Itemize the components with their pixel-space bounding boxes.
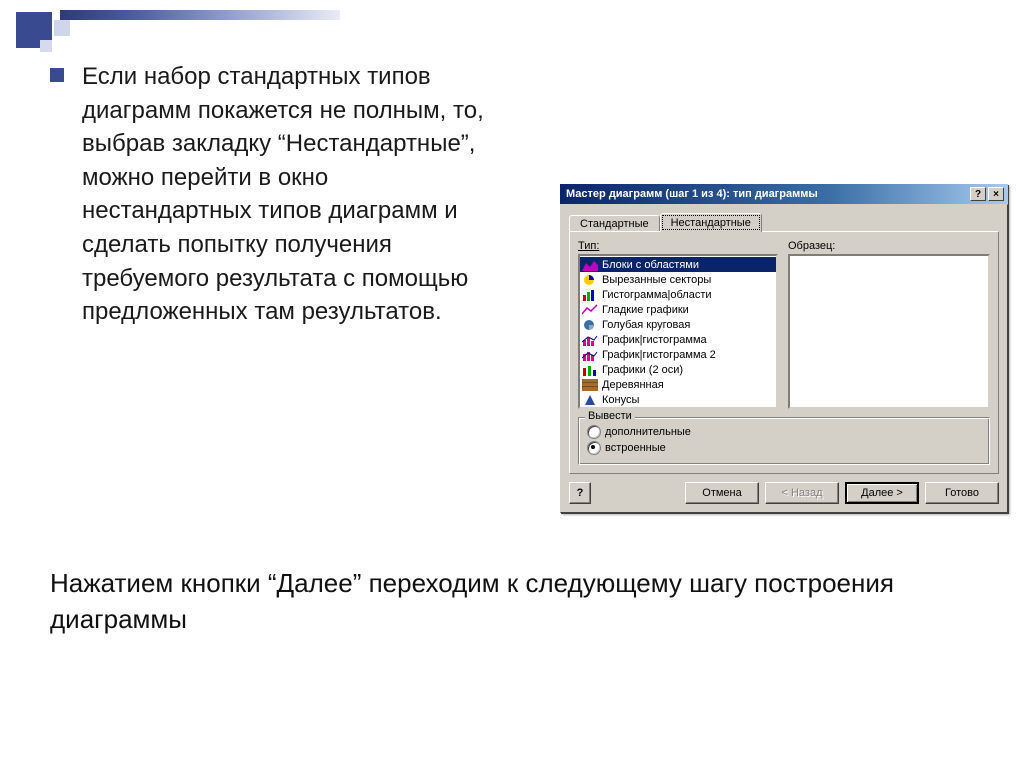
help-button[interactable]: ? xyxy=(569,482,591,504)
list-item-label: График|гистограмма 2 xyxy=(602,349,716,361)
list-item-label: Блоки с областями xyxy=(602,259,699,271)
titlebar-close-button[interactable]: × xyxy=(988,187,1004,201)
titlebar-help-button[interactable]: ? xyxy=(970,187,986,201)
list-item-label: Вырезанные секторы xyxy=(602,274,711,286)
list-item[interactable]: Гистограмма|области xyxy=(580,287,776,302)
help-icon: ? xyxy=(975,189,981,200)
bullet-text: Если набор стандартных типов диаграмм по… xyxy=(82,60,492,329)
dialog-button-bar: ? Отмена < Назад Далее > Готово xyxy=(569,482,999,504)
chart-type-listbox[interactable]: Блоки с областями Вырезанные секторы xyxy=(578,254,778,409)
list-item[interactable]: Блоки с областями xyxy=(580,257,776,272)
help-icon: ? xyxy=(577,487,584,499)
button-label: Готово xyxy=(945,487,979,499)
barline-icon xyxy=(582,333,598,346)
list-item-label: Деревянная xyxy=(602,379,664,391)
cancel-button[interactable]: Отмена xyxy=(685,482,759,504)
list-item[interactable]: Конусы xyxy=(580,392,776,407)
list-item-label: Графики (2 оси) xyxy=(602,364,683,376)
list-item[interactable]: Голубая круговая xyxy=(580,317,776,332)
button-label: Отмена xyxy=(702,487,741,499)
bullet-square-icon xyxy=(50,68,64,82)
radio-icon xyxy=(587,441,601,455)
list-item-label: Логарифмическая xyxy=(602,409,695,410)
list-item[interactable]: Гладкие графики xyxy=(580,302,776,317)
wood-icon xyxy=(582,378,598,391)
list-item-label: Гладкие графики xyxy=(602,304,689,316)
list-item[interactable]: Графики (2 оси) xyxy=(580,362,776,377)
next-button[interactable]: Далее > xyxy=(845,482,919,504)
radio-additional[interactable]: дополнительные xyxy=(587,424,981,440)
bars-icon xyxy=(582,288,598,301)
pie-blue-icon xyxy=(582,318,598,331)
tab-standard-label: Стандартные xyxy=(580,218,649,230)
chart-preview xyxy=(788,254,990,409)
list-item[interactable]: Деревянная xyxy=(580,377,776,392)
list-item-label: Гистограмма|области xyxy=(602,289,712,301)
type-label: Тип: xyxy=(578,240,778,252)
tab-panel: Тип: Блоки с областями xyxy=(569,231,999,474)
list-item-label: График|гистограмма xyxy=(602,334,707,346)
button-label: < Назад xyxy=(782,487,823,499)
list-item-label: Конусы xyxy=(602,394,639,406)
radio-builtin[interactable]: встроенные xyxy=(587,440,981,456)
dialog-titlebar[interactable]: Мастер диаграмм (шаг 1 из 4): тип диагра… xyxy=(560,184,1008,204)
list-item[interactable]: График|гистограмма xyxy=(580,332,776,347)
radio-label: встроенные xyxy=(605,442,666,454)
barline-icon xyxy=(582,348,598,361)
sample-label: Образец: xyxy=(788,240,990,252)
finish-button[interactable]: Готово xyxy=(925,482,999,504)
list-item[interactable]: График|гистограмма 2 xyxy=(580,347,776,362)
cone-icon xyxy=(582,393,598,406)
tab-standard[interactable]: Стандартные xyxy=(569,215,660,232)
button-label: Далее > xyxy=(861,487,903,499)
radio-icon xyxy=(587,425,601,439)
log-icon xyxy=(582,408,598,409)
tab-strip: Стандартные Нестандартные xyxy=(569,211,999,231)
slide-corner-decoration xyxy=(0,0,340,60)
type-column: Тип: Блоки с областями xyxy=(578,240,778,409)
dialog-title: Мастер диаграмм (шаг 1 из 4): тип диагра… xyxy=(564,188,968,200)
tab-custom[interactable]: Нестандартные xyxy=(660,213,762,232)
groupbox-legend: Вывести xyxy=(585,410,635,422)
sample-column: Образец: xyxy=(788,240,990,409)
output-groupbox: Вывести дополнительные встроенные xyxy=(578,417,990,465)
radio-label: дополнительные xyxy=(605,426,691,438)
area3d-icon xyxy=(582,258,598,271)
back-button[interactable]: < Назад xyxy=(765,482,839,504)
slide-bottom-text: Нажатием кнопки “Далее” переходим к след… xyxy=(50,565,974,638)
list-item[interactable]: Логарифмическая xyxy=(580,407,776,409)
tab-custom-label: Нестандартные xyxy=(671,217,751,229)
list-item[interactable]: Вырезанные секторы xyxy=(580,272,776,287)
chart-wizard-dialog: Мастер диаграмм (шаг 1 из 4): тип диагра… xyxy=(560,184,1008,513)
dialog-client-area: Стандартные Нестандартные Тип: xyxy=(560,204,1008,513)
bars2-icon xyxy=(582,363,598,376)
close-icon: × xyxy=(993,189,999,200)
list-item-label: Голубая круговая xyxy=(602,319,690,331)
line-icon xyxy=(582,303,598,316)
pie-cut-icon xyxy=(582,273,598,286)
